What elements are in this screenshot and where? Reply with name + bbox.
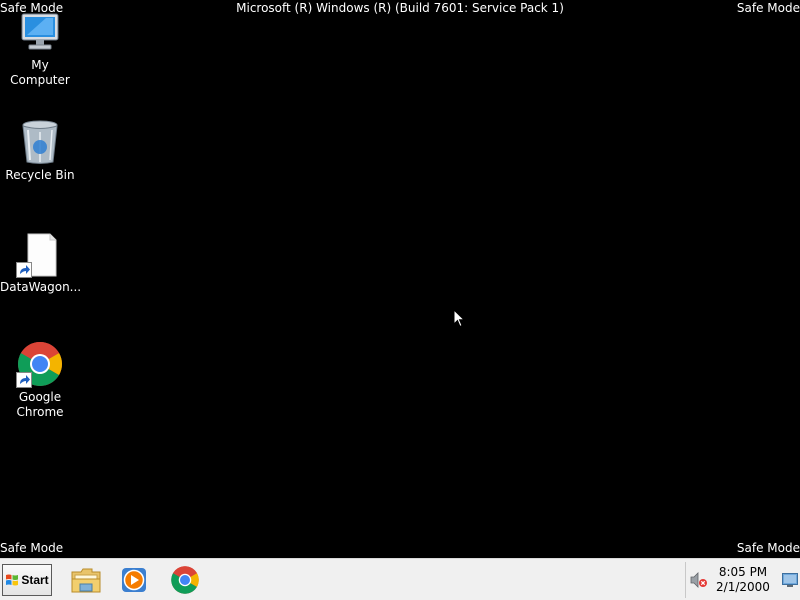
desktop-icon-my-computer[interactable]: My Computer xyxy=(0,8,80,88)
taskbar: Start 8:05 PM 2/1/2000 xyxy=(0,558,800,600)
document-shortcut-icon xyxy=(16,230,64,278)
taskbar-pin-google-chrome[interactable] xyxy=(167,563,203,597)
volume-muted-icon[interactable] xyxy=(690,571,708,589)
start-button-label: Start xyxy=(21,573,49,587)
windows-build-title: Microsoft (R) Windows (R) (Build 7601: S… xyxy=(236,1,564,15)
desktop-icon-google-chrome[interactable]: Google Chrome xyxy=(0,340,80,420)
taskbar-pin-windows-explorer[interactable] xyxy=(68,563,104,597)
system-tray: 8:05 PM 2/1/2000 xyxy=(685,562,800,598)
safe-mode-label-bottom-left: Safe Mode xyxy=(0,541,64,555)
chrome-icon xyxy=(171,566,199,594)
desktop-icon-recycle-bin[interactable]: Recycle Bin xyxy=(0,118,80,183)
taskbar-clock[interactable]: 8:05 PM 2/1/2000 xyxy=(710,565,776,595)
media-player-icon xyxy=(122,568,146,592)
desktop-icon-label: My Computer xyxy=(10,58,70,87)
mouse-cursor-icon xyxy=(453,309,465,328)
clock-time: 8:05 PM xyxy=(718,565,768,579)
show-desktop-icon[interactable] xyxy=(782,573,798,587)
windows-logo-icon xyxy=(6,574,19,586)
chrome-icon xyxy=(16,340,64,388)
desktop-icon-datawagon[interactable]: DataWagon... xyxy=(0,230,82,295)
desktop-icon-label: Recycle Bin xyxy=(5,168,75,182)
clock-date: 2/1/2000 xyxy=(716,580,770,594)
computer-icon xyxy=(16,8,64,56)
safe-mode-label-bottom-right: Safe Mode xyxy=(736,541,800,555)
explorer-folder-icon xyxy=(71,568,101,593)
taskbar-pin-media-player[interactable] xyxy=(116,563,152,597)
desktop[interactable]: Safe Mode Safe Mode Safe Mode Safe Mode … xyxy=(0,0,800,558)
desktop-icon-label: Google Chrome xyxy=(16,390,64,419)
shortcut-arrow-icon xyxy=(16,372,32,388)
recycle-bin-icon xyxy=(16,118,64,166)
shortcut-arrow-icon xyxy=(16,262,32,278)
desktop-icon-label: DataWagon... xyxy=(0,280,82,294)
start-button[interactable]: Start xyxy=(2,564,52,596)
